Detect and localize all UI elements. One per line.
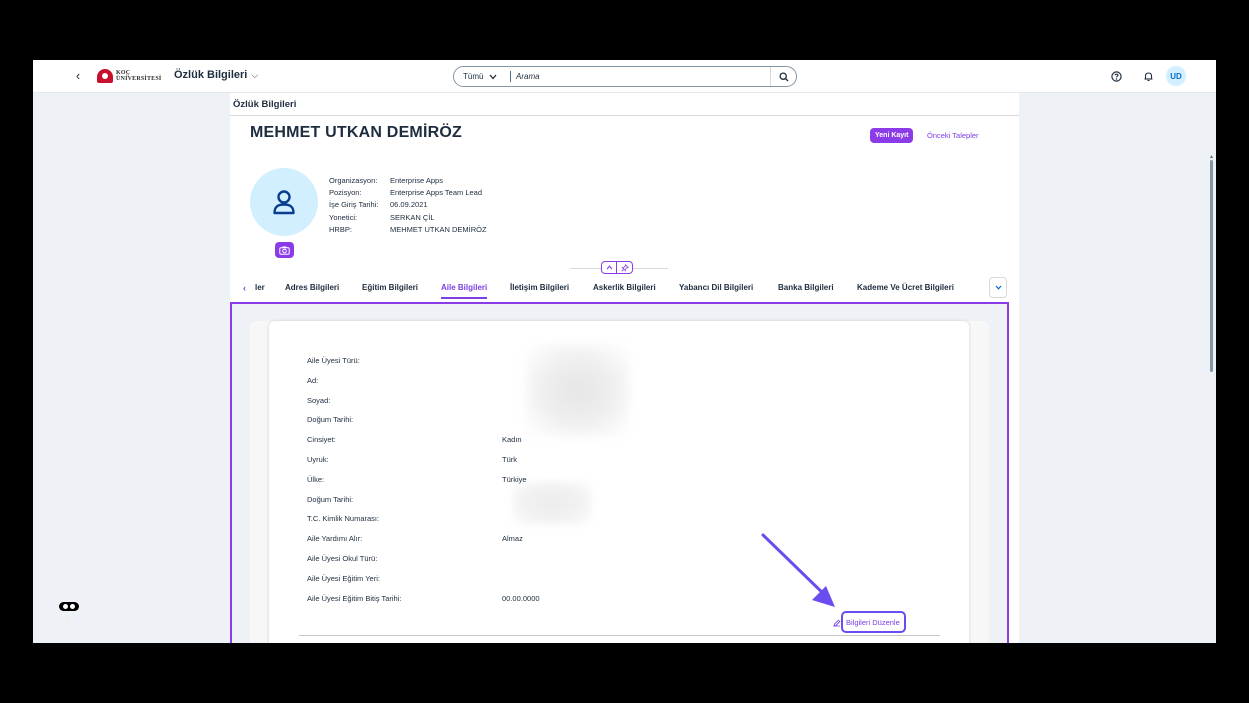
info-row-start-date: İşe Giriş Tarihi: 06.09.2021 — [329, 200, 428, 210]
info-row-hrbp: HRBP: MEHMET UTKAN DEMİRÖZ — [329, 224, 487, 234]
search-button[interactable] — [770, 67, 796, 86]
info-row-organization: Organizasyon: Enterprise Apps — [329, 176, 443, 185]
field-row: T.C. Kimlik Numarası: — [307, 514, 380, 524]
employee-info: Organizasyon: Enterprise Apps Pozisyon: En… — [329, 175, 487, 236]
notifications-button[interactable] — [1141, 69, 1155, 83]
widget-handle — [66, 616, 71, 624]
tab-family[interactable]: Aile Bilgileri — [441, 283, 488, 299]
edit-icon — [833, 619, 841, 627]
logo-text-line2: ÜNİVERSİTESİ — [116, 76, 162, 82]
tab-contact[interactable]: İletişim Bilgileri — [510, 283, 569, 292]
change-photo-button[interactable] — [275, 242, 294, 258]
section-tabs: ‹ ler Adres Bilgileri Eğitim Bilgileri A… — [230, 276, 1019, 301]
help-icon — [1110, 70, 1122, 82]
search-scope-select[interactable]: Tümü — [454, 72, 510, 81]
chevron-down-icon — [489, 74, 497, 79]
app-screen: ‹ KOÇ ÜNİVERSİTESİ Özlük Bilgileri ⌵ Tüm… — [33, 60, 1216, 643]
tab-bank[interactable]: Banka Bilgileri — [778, 283, 834, 292]
family-field-list: Aile Üyesi Türü: Ad: Soyad: Doğum Tarihi… — [307, 356, 540, 613]
field-row: Aile Yardımı Alır: Almaz — [307, 534, 523, 544]
field-row: Soyad: — [307, 395, 331, 405]
field-row: Cinsiyet: Kadın — [307, 435, 522, 445]
object-page: Özlük Bilgileri MEHMET UTKAN DEMİRÖZ Yen… — [230, 93, 1214, 643]
tab-truncated[interactable]: ler — [255, 283, 265, 292]
family-member-card: Aile Üyesi Türü: Ad: Soyad: Doğum Tarihi… — [269, 321, 969, 643]
search-bar: Tümü Arama — [453, 66, 797, 87]
tab-military[interactable]: Askerlik Bilgileri — [593, 283, 656, 292]
user-avatar[interactable]: UD — [1166, 66, 1186, 86]
tab-languages[interactable]: Yabancı Dil Bilgileri — [679, 283, 753, 292]
bell-icon — [1144, 71, 1152, 81]
field-row: Uyruk: Türk — [307, 454, 517, 464]
floating-assistant-widget[interactable] — [57, 601, 81, 612]
tabs-overflow-button[interactable] — [989, 277, 1007, 298]
field-row: Aile Üyesi Türü: — [307, 356, 360, 365]
pin-header-button[interactable] — [617, 261, 633, 274]
field-row: Aile Üyesi Okul Türü: — [307, 553, 378, 563]
camera-icon — [279, 246, 290, 255]
search-scope-value: Tümü — [463, 72, 484, 81]
card-divider — [299, 635, 940, 636]
family-section: Aile Üyesi Türü: Ad: Soyad: Doğum Tarihi… — [230, 302, 1009, 643]
employee-name: MEHMET UTKAN DEMİRÖZ — [250, 124, 462, 141]
field-row: Doğum Tarihi: — [307, 494, 354, 504]
chevron-down-icon: ⌵ — [251, 69, 259, 80]
chevron-up-icon — [606, 265, 612, 270]
scroll-thumb[interactable] — [1210, 160, 1213, 372]
university-logo[interactable]: KOÇ ÜNİVERSİTESİ — [97, 69, 161, 83]
tab-grade-salary[interactable]: Kademe Ve Ücret Bilgileri — [857, 283, 954, 292]
page-title: Özlük Bilgileri — [230, 93, 1019, 116]
header-controls — [601, 261, 633, 274]
assistant-eye-dot — [63, 604, 68, 609]
collapse-header-button[interactable] — [601, 261, 617, 274]
help-button[interactable] — [1109, 69, 1123, 83]
redacted-values-block — [526, 344, 630, 437]
field-row: Ad: — [307, 375, 319, 385]
family-card-container: Aile Üyesi Türü: Ad: Soyad: Doğum Tarihi… — [250, 321, 989, 643]
back-button[interactable]: ‹ — [71, 68, 85, 84]
logo-mark-icon — [97, 69, 113, 83]
search-input[interactable]: Arama — [511, 72, 770, 81]
search-icon — [778, 71, 788, 81]
new-record-button[interactable]: Yeni Kayıt — [870, 128, 914, 143]
previous-requests-button[interactable]: Önceki Talepler — [927, 128, 979, 143]
tab-address[interactable]: Adres Bilgileri — [285, 283, 339, 292]
assistant-eye-dot — [70, 604, 75, 609]
app-title: Özlük Bilgileri — [174, 69, 248, 81]
chevron-down-icon — [995, 285, 1001, 290]
tabs-scroll-left-icon[interactable]: ‹ — [243, 283, 246, 293]
tab-education[interactable]: Eğitim Bilgileri — [362, 283, 418, 292]
field-row: Aile Üyesi Eğitim Bitiş Tarihi: 00.00.000… — [307, 593, 540, 603]
field-row: Ülke: Türkiye — [307, 474, 527, 484]
edit-info-button[interactable]: Bilgileri Düzenle — [841, 611, 906, 633]
assistant-icon — [59, 602, 79, 611]
field-row: Doğum Tarihi: — [307, 415, 354, 425]
profile-avatar — [250, 168, 318, 236]
field-row: Aile Üyesi Eğitim Yeri: — [307, 573, 380, 583]
page-scrollbar[interactable]: ▲ ▼ — [1208, 154, 1215, 643]
shell-bar: ‹ KOÇ ÜNİVERSİTESİ Özlük Bilgileri ⌵ Tüm… — [33, 60, 1216, 93]
info-row-manager: Yonetici: SERKAN ÇİL — [329, 212, 435, 222]
info-row-position: Pozisyon: Enterprise Apps Team Lead — [329, 188, 483, 198]
person-icon — [273, 190, 295, 215]
app-title-menu[interactable]: Özlük Bilgileri ⌵ — [174, 69, 258, 81]
pin-icon — [620, 263, 629, 272]
